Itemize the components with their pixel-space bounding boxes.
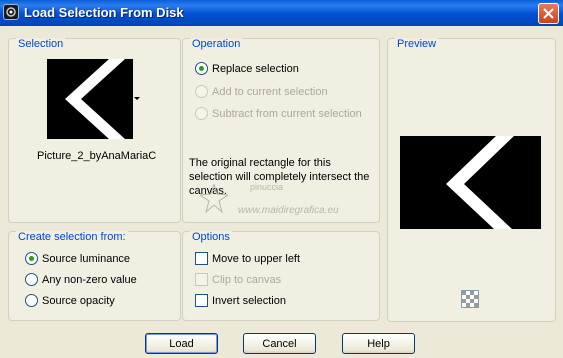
window-title: Load Selection From Disk (24, 5, 184, 20)
load-button[interactable]: Load (145, 333, 218, 354)
radio-button (195, 107, 208, 120)
radio-source-opacity[interactable]: Source opacity (25, 294, 115, 307)
selection-group-title: Selection (16, 38, 66, 50)
radio-label: Subtract from current selection (212, 107, 362, 120)
check-invert-selection[interactable]: Invert selection (195, 294, 286, 307)
dialog-window: Load Selection From Disk Selection Pictu… (0, 0, 563, 358)
cancel-button[interactable]: Cancel (243, 333, 316, 354)
operation-note: The original rectangle for this selectio… (189, 157, 370, 197)
checkbox[interactable] (195, 294, 208, 307)
check-move-to-upper-left[interactable]: Move to upper left (195, 252, 300, 265)
radio-any-non-zero[interactable]: Any non-zero value (25, 273, 137, 286)
create-group-title: Create selection from: (16, 231, 128, 243)
operation-group-title: Operation (190, 38, 243, 50)
check-clip-to-canvas: Clip to canvas (195, 273, 281, 286)
radio-button[interactable] (195, 62, 208, 75)
title-bar: Load Selection From Disk (0, 0, 563, 26)
radio-subtract-from-selection: Subtract from current selection (195, 107, 362, 120)
close-icon (543, 8, 554, 19)
preview-image (400, 136, 541, 229)
radio-button[interactable] (25, 273, 38, 286)
app-icon (3, 4, 19, 20)
preview-group-title: Preview (395, 38, 439, 50)
radio-button[interactable] (25, 252, 38, 265)
close-button[interactable] (538, 3, 559, 24)
help-button[interactable]: Help (342, 333, 415, 354)
radio-button (195, 85, 208, 98)
checkbox-label: Clip to canvas (212, 273, 282, 286)
selection-file-name: Picture_2_byAnaMariaC (37, 150, 157, 162)
checkbox-label: Move to upper left (212, 252, 301, 265)
checkbox[interactable] (195, 252, 208, 265)
radio-add-to-selection: Add to current selection (195, 85, 328, 98)
selection-thumbnail[interactable] (47, 59, 133, 139)
radio-label: Source luminance (42, 252, 131, 265)
checkbox (195, 273, 208, 286)
radio-label: Any non-zero value (42, 273, 137, 286)
radio-label: Add to current selection (212, 85, 328, 98)
radio-button[interactable] (25, 294, 38, 307)
radio-replace-selection[interactable]: Replace selection (195, 62, 299, 75)
checkbox-label: Invert selection (212, 294, 286, 307)
transparency-toggle-icon[interactable] (461, 290, 479, 308)
options-group-title: Options (190, 231, 232, 243)
radio-label: Replace selection (212, 62, 299, 75)
thumbnail-dropdown-arrow-icon[interactable] (134, 97, 140, 100)
radio-source-luminance[interactable]: Source luminance (25, 252, 130, 265)
radio-label: Source opacity (42, 294, 115, 307)
